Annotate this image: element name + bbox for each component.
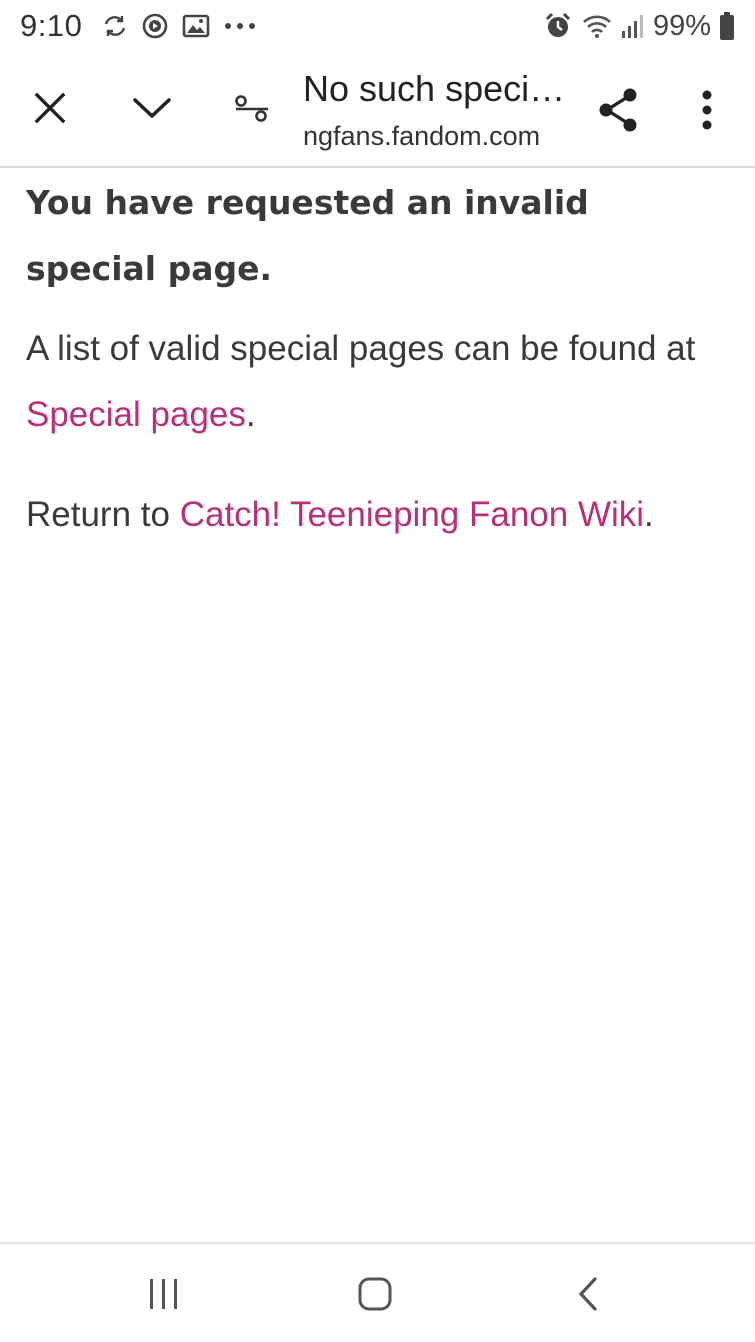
- site-settings-button[interactable]: [226, 82, 278, 134]
- alarm-icon: [543, 11, 573, 41]
- recent-apps-icon: [150, 1279, 177, 1309]
- special-pages-paragraph: A list of valid special pages can be fou…: [26, 316, 726, 448]
- home-icon: [358, 1277, 392, 1311]
- sync-icon: [102, 13, 128, 39]
- close-button[interactable]: [24, 82, 76, 134]
- page-title: No such speci…: [303, 68, 566, 109]
- status-left: 9:10: [20, 8, 270, 44]
- page-url: ngfans.fandom.com: [303, 121, 541, 151]
- return-paragraph: Return to Catch! Teenieping Fanon Wiki.: [26, 482, 726, 548]
- close-icon: [34, 92, 66, 124]
- paragraph-text: Return to: [26, 495, 180, 534]
- status-right: 99%: [543, 10, 735, 43]
- media-play-icon: [142, 13, 168, 39]
- wiki-home-link[interactable]: Catch! Teenieping Fanon Wiki: [180, 495, 644, 534]
- status-time: 9:10: [20, 8, 83, 43]
- share-button[interactable]: [590, 82, 646, 138]
- minimize-button[interactable]: [124, 82, 180, 134]
- more-dots-icon: [224, 21, 256, 31]
- recent-apps-button[interactable]: [134, 1274, 194, 1314]
- signal-icon: [621, 13, 645, 39]
- paragraph-period: .: [245, 395, 256, 434]
- error-heading: You have requested an invalid special pa…: [26, 183, 589, 288]
- page-title-block[interactable]: No such speci… ngfans.fandom.com: [303, 66, 583, 154]
- custom-tab-toolbar: No such speci… ngfans.fandom.com: [0, 52, 755, 168]
- more-options-button[interactable]: [684, 82, 730, 138]
- system-nav-bar: [0, 1242, 755, 1342]
- battery-percent: 99%: [652, 9, 711, 42]
- paragraph-period: .: [644, 495, 654, 534]
- special-pages-link[interactable]: Special pages: [26, 395, 246, 434]
- chevron-down-icon: [133, 98, 171, 118]
- gallery-icon: [182, 13, 210, 39]
- page-content: You have requested an invalid special pa…: [26, 170, 726, 582]
- home-button[interactable]: [345, 1274, 405, 1314]
- status-bar: 9:10 99%: [0, 0, 755, 52]
- battery-icon: [719, 11, 735, 41]
- wifi-icon: [581, 12, 613, 40]
- share-icon: [599, 88, 637, 132]
- more-vert-icon: [702, 90, 712, 130]
- back-icon: [578, 1277, 597, 1311]
- tune-icon: [235, 95, 268, 122]
- back-button[interactable]: [558, 1274, 618, 1314]
- paragraph-text: A list of valid special pages can be fou…: [26, 329, 696, 368]
